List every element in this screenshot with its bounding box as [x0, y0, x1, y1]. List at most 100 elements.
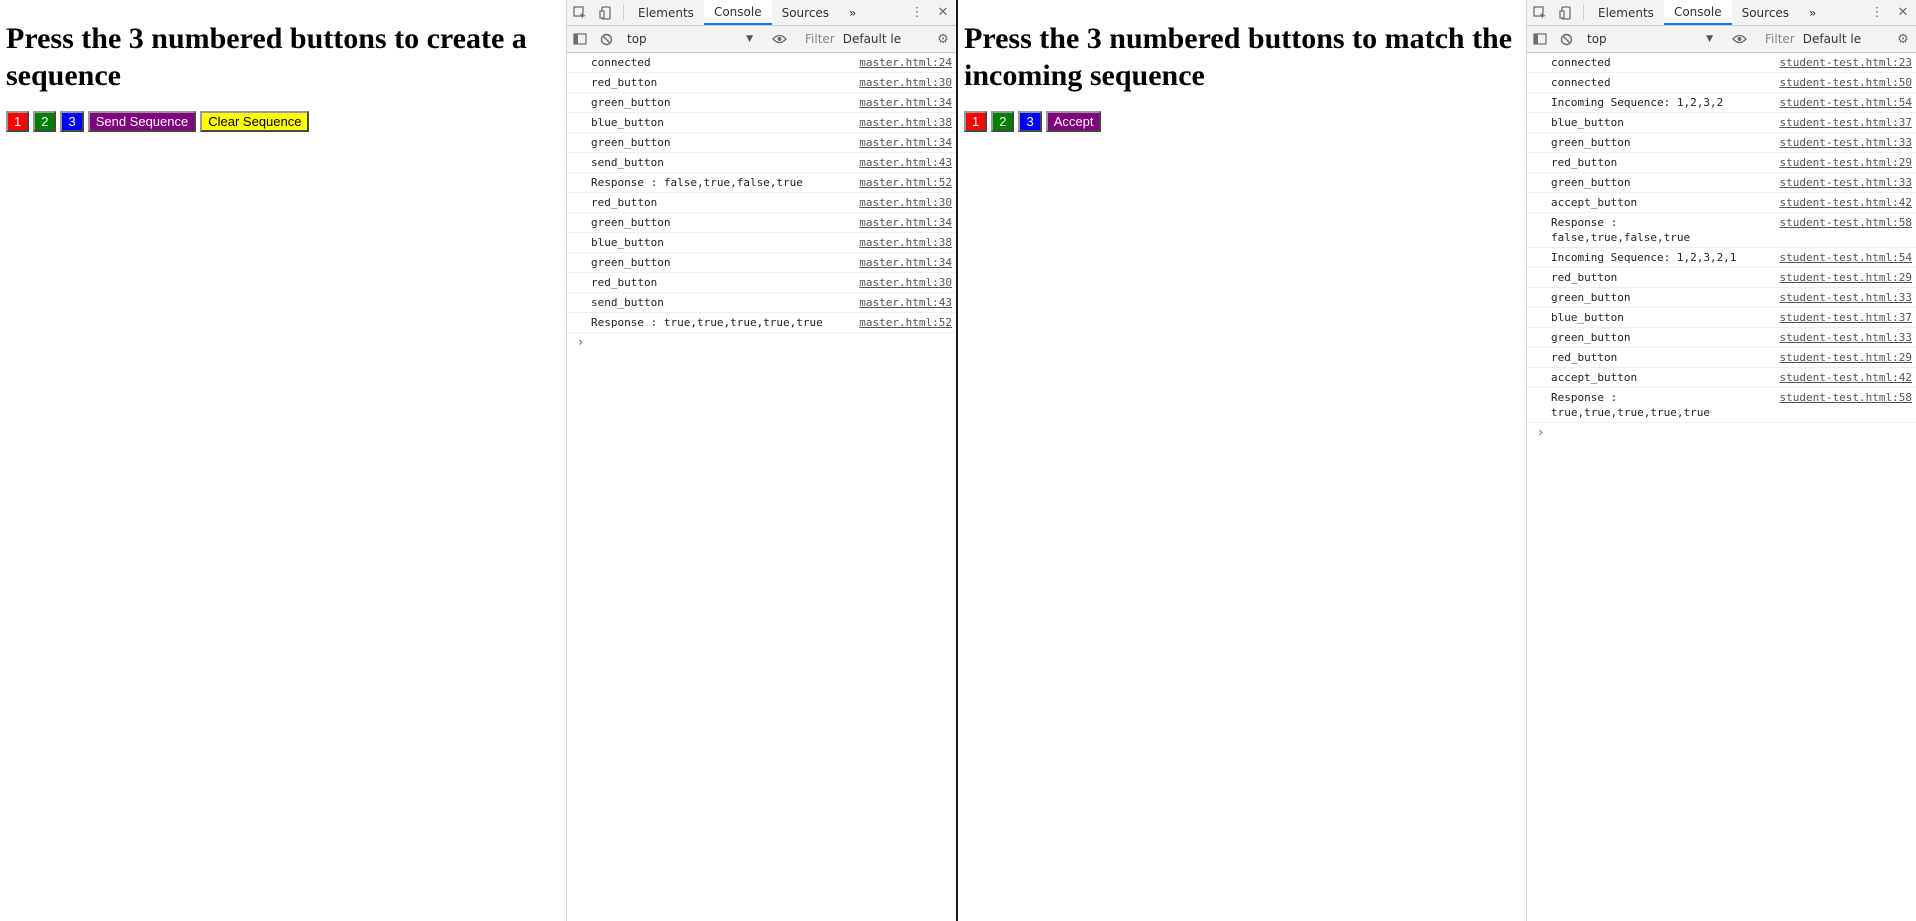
console-source-link[interactable]: master.html:30	[853, 275, 952, 290]
console-prompt[interactable]: ›	[567, 333, 956, 351]
console-message-text: red_button	[591, 76, 658, 89]
console-message: Response : true,true,true,true,true maste…	[567, 313, 956, 333]
eye-icon[interactable]	[766, 34, 792, 44]
kebab-menu-icon[interactable]: ⋮	[904, 0, 930, 25]
console-source-link[interactable]: student-test.html:23	[1774, 55, 1912, 70]
console-message-text: green_button	[591, 136, 671, 149]
console-source-link[interactable]: student-test.html:42	[1774, 370, 1912, 385]
console-message-text: red_button	[1551, 351, 1618, 364]
more-tabs-icon[interactable]: »	[839, 0, 866, 25]
close-icon[interactable]: ✕	[930, 0, 956, 25]
console-message: red_button master.html:30	[567, 73, 956, 93]
console-source-link[interactable]: master.html:24	[853, 55, 952, 70]
device-toolbar-icon[interactable]	[1553, 0, 1579, 25]
sidebar-toggle-icon[interactable]	[1527, 33, 1553, 45]
log-levels-select[interactable]: Default le	[839, 32, 905, 46]
gear-icon[interactable]: ⚙	[1890, 32, 1916, 47]
console-source-link[interactable]: student-test.html:42	[1774, 195, 1912, 210]
context-select[interactable]: top ▼	[1583, 29, 1717, 49]
console-message-text: green_button	[591, 216, 671, 229]
right-button-3[interactable]: 3	[1018, 111, 1042, 132]
tab-elements[interactable]: Elements	[628, 0, 704, 25]
close-icon[interactable]: ✕	[1890, 0, 1916, 25]
console-message: Response : false,true,false,true student-…	[1527, 213, 1916, 248]
console-message: red_button master.html:30	[567, 193, 956, 213]
console-source-link[interactable]: master.html:34	[853, 95, 952, 110]
tab-elements[interactable]: Elements	[1588, 0, 1664, 25]
console-source-link[interactable]: student-test.html:50	[1774, 75, 1912, 90]
console-message-text: red_button	[591, 196, 658, 209]
filter-input[interactable]: Filter	[801, 32, 839, 46]
accept-button[interactable]: Accept	[1045, 111, 1102, 132]
console-message-text: green_button	[1551, 331, 1631, 344]
more-tabs-icon[interactable]: »	[1799, 0, 1826, 25]
console-message: green_button master.html:34	[567, 253, 956, 273]
clear-sequence-button[interactable]: Clear Sequence	[200, 111, 310, 132]
console-source-link[interactable]: master.html:52	[853, 315, 952, 330]
console-source-link[interactable]: student-test.html:29	[1774, 270, 1912, 285]
left-button-1[interactable]: 1	[6, 111, 30, 132]
clear-console-icon[interactable]	[1553, 33, 1579, 46]
tab-console[interactable]: Console	[703, 0, 772, 25]
console-source-link[interactable]: master.html:34	[853, 215, 952, 230]
right-button-2[interactable]: 2	[991, 111, 1015, 132]
console-source-link[interactable]: student-test.html:54	[1774, 95, 1912, 110]
filter-input[interactable]: Filter	[1761, 32, 1799, 46]
console-source-link[interactable]: master.html:38	[853, 115, 952, 130]
console-source-link[interactable]: master.html:52	[853, 175, 952, 190]
console-message: blue_button master.html:38	[567, 233, 956, 253]
console-source-link[interactable]: student-test.html:29	[1774, 350, 1912, 365]
left-button-row: 1 2 3 Send Sequence Clear Sequence	[0, 94, 566, 132]
console-message-text: connected	[1551, 76, 1611, 89]
eye-icon[interactable]	[1726, 34, 1752, 44]
left-button-3[interactable]: 3	[60, 111, 84, 132]
console-source-link[interactable]: student-test.html:37	[1774, 115, 1912, 130]
console-message: blue_button master.html:38	[567, 113, 956, 133]
left-page-heading: Press the 3 numbered buttons to create a…	[6, 22, 527, 92]
gear-icon[interactable]: ⚙	[930, 32, 956, 47]
console-message-text: Incoming Sequence: 1,2,3,2	[1551, 96, 1724, 109]
console-message-text: blue_button	[1551, 311, 1624, 324]
console-source-link[interactable]: student-test.html:58	[1774, 390, 1912, 420]
console-source-link[interactable]: student-test.html:58	[1774, 215, 1912, 245]
console-source-link[interactable]: master.html:38	[853, 235, 952, 250]
console-source-link[interactable]: student-test.html:29	[1774, 155, 1912, 170]
left-button-2[interactable]: 2	[33, 111, 57, 132]
console-message: send_button master.html:43	[567, 293, 956, 313]
console-prompt[interactable]: ›	[1527, 423, 1916, 441]
console-source-link[interactable]: master.html:30	[853, 195, 952, 210]
log-levels-select[interactable]: Default le	[1799, 32, 1865, 46]
inspect-icon[interactable]	[1527, 0, 1553, 25]
right-console-toolbar: top ▼ Filter Default le ⚙	[1527, 26, 1916, 53]
console-source-link[interactable]: master.html:34	[853, 135, 952, 150]
console-message: red_button student-test.html:29	[1527, 268, 1916, 288]
console-message: blue_button student-test.html:37	[1527, 308, 1916, 328]
console-source-link[interactable]: student-test.html:33	[1774, 175, 1912, 190]
console-source-link[interactable]: student-test.html:33	[1774, 290, 1912, 305]
context-select[interactable]: top ▼	[623, 29, 757, 49]
left-page: Press the 3 numbered buttons to create a…	[0, 0, 566, 921]
console-source-link[interactable]: student-test.html:33	[1774, 135, 1912, 150]
tab-sources[interactable]: Sources	[772, 0, 839, 25]
console-source-link[interactable]: master.html:43	[853, 295, 952, 310]
clear-console-icon[interactable]	[593, 33, 619, 46]
console-source-link[interactable]: master.html:43	[853, 155, 952, 170]
device-toolbar-icon[interactable]	[593, 0, 619, 25]
tab-sources[interactable]: Sources	[1732, 0, 1799, 25]
inspect-icon[interactable]	[567, 0, 593, 25]
right-button-1[interactable]: 1	[964, 111, 988, 132]
console-source-link[interactable]: master.html:30	[853, 75, 952, 90]
tab-console[interactable]: Console	[1663, 0, 1732, 25]
console-source-link[interactable]: student-test.html:54	[1774, 250, 1912, 265]
tabbar-separator	[623, 5, 624, 20]
console-message-text: green_button	[1551, 291, 1631, 304]
console-message: green_button student-test.html:33	[1527, 133, 1916, 153]
sidebar-toggle-icon[interactable]	[567, 33, 593, 45]
console-source-link[interactable]: student-test.html:37	[1774, 310, 1912, 325]
console-source-link[interactable]: student-test.html:33	[1774, 330, 1912, 345]
console-message-text: red_button	[1551, 271, 1618, 284]
send-sequence-button[interactable]: Send Sequence	[87, 111, 197, 132]
console-source-link[interactable]: master.html:34	[853, 255, 952, 270]
kebab-menu-icon[interactable]: ⋮	[1864, 0, 1890, 25]
console-message: Response : true,true,true,true,true stude…	[1527, 388, 1916, 423]
